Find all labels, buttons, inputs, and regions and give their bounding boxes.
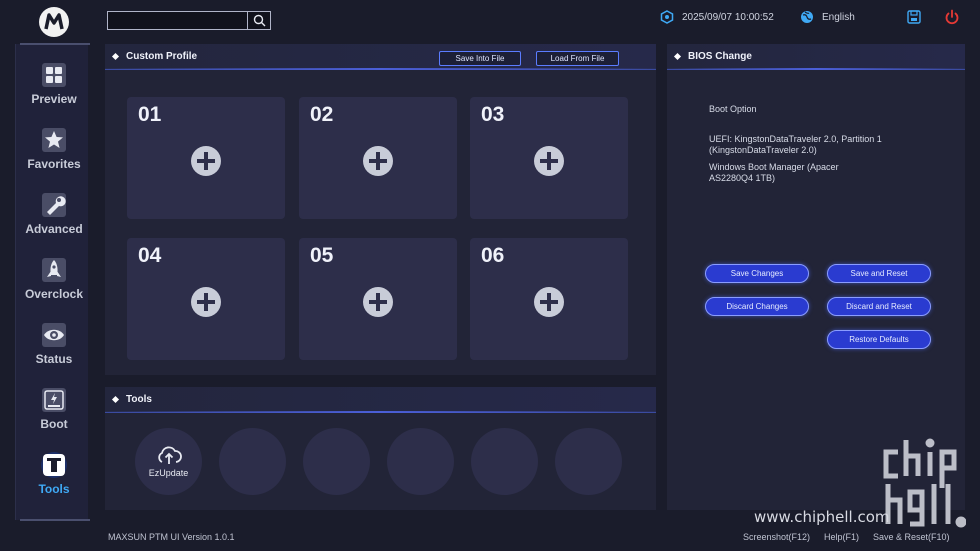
eye-icon xyxy=(40,321,68,349)
cloud-upload-icon xyxy=(157,446,182,464)
slot-number: 05 xyxy=(310,244,334,267)
tools-header: Tools xyxy=(105,387,656,413)
panel-title: Custom Profile xyxy=(126,51,198,62)
slot-number: 04 xyxy=(138,244,162,267)
tool-ezupdate[interactable]: EzUpdate xyxy=(135,428,202,495)
sidebar-item-label: Favorites xyxy=(27,157,81,171)
tool-slot-empty[interactable] xyxy=(555,428,622,495)
sidebar-item-label: Overclock xyxy=(24,287,84,301)
slot-number: 01 xyxy=(138,103,162,126)
language-label: English xyxy=(822,11,855,23)
sidebar-item-overclock[interactable]: Overclock xyxy=(15,256,93,314)
profile-slot-06[interactable]: 06 xyxy=(470,238,628,360)
diamond-icon xyxy=(111,395,120,404)
sidebar-item-label: Boot xyxy=(40,417,68,431)
profile-slot-01[interactable]: 01 xyxy=(127,97,285,219)
search-icon xyxy=(253,14,265,27)
screenshot-link[interactable]: Screenshot(F12) xyxy=(743,532,810,542)
tool-slot-empty[interactable] xyxy=(387,428,454,495)
panel-title: Tools xyxy=(126,394,152,405)
diamond-icon xyxy=(673,52,682,61)
slot-number: 02 xyxy=(310,103,334,126)
version-text: MAXSUN PTM UI Version 1.0.1 xyxy=(108,532,235,542)
diamond-icon xyxy=(111,52,120,61)
tool-slot-empty[interactable] xyxy=(219,428,286,495)
slot-number: 03 xyxy=(481,103,505,126)
grid-icon xyxy=(40,61,68,89)
boot-entry[interactable]: UEFI: KingstonDataTraveler 2.0, Partitio… xyxy=(709,134,899,156)
profile-slot-04[interactable]: 04 xyxy=(127,238,285,360)
sidebar-item-status[interactable]: Status xyxy=(15,321,93,379)
save-changes-button[interactable]: Save Changes xyxy=(705,264,809,283)
datetime-text: 2025/09/07 10:00:52 xyxy=(682,11,774,23)
search-button[interactable] xyxy=(247,11,271,30)
profile-slot-05[interactable]: 05 xyxy=(299,238,457,360)
sidebar-item-label: Tools xyxy=(38,482,70,496)
tool-slot-empty[interactable] xyxy=(303,428,370,495)
sidebar-item-label: Status xyxy=(35,352,73,366)
watermark-url: www.chiphell.com xyxy=(754,508,890,526)
custom-profile-panel: Custom Profile Save Into File Load From … xyxy=(105,44,656,375)
rocket-icon xyxy=(40,256,68,284)
sidebar-item-tools[interactable]: Tools xyxy=(15,451,93,509)
save-into-file-button[interactable]: Save Into File xyxy=(439,51,521,66)
tools-panel: Tools EzUpdate xyxy=(105,387,656,510)
sidebar-item-favorites[interactable]: Favorites xyxy=(15,126,93,184)
add-icon xyxy=(363,146,393,176)
boot-entry[interactable]: Windows Boot Manager (Apacer AS2280Q4 1T… xyxy=(709,162,879,184)
tools-icon xyxy=(40,451,68,479)
maxsun-logo xyxy=(38,6,70,38)
search-input[interactable] xyxy=(107,11,248,30)
add-icon xyxy=(534,146,564,176)
power-icon[interactable] xyxy=(944,9,960,30)
language-selector[interactable]: English xyxy=(800,10,855,24)
add-icon xyxy=(191,287,221,317)
load-from-file-button[interactable]: Load From File xyxy=(536,51,619,66)
save-reset-link[interactable]: Save & Reset(F10) xyxy=(873,532,950,542)
sidebar-item-preview[interactable]: Preview xyxy=(15,61,93,119)
boot-option-label: Boot Option xyxy=(709,104,757,114)
tool-label: EzUpdate xyxy=(148,468,189,478)
help-link[interactable]: Help(F1) xyxy=(824,532,859,542)
sidebar-item-advanced[interactable]: Advanced xyxy=(15,191,93,249)
wrench-icon xyxy=(40,191,68,219)
sidebar-divider-top xyxy=(20,43,90,45)
panel-title: BIOS Change xyxy=(688,51,752,62)
profile-slot-02[interactable]: 02 xyxy=(299,97,457,219)
sidebar-item-label: Advanced xyxy=(25,222,83,236)
profile-slot-03[interactable]: 03 xyxy=(470,97,628,219)
bios-change-header: BIOS Change xyxy=(667,44,965,70)
add-icon xyxy=(363,287,393,317)
discard-changes-button[interactable]: Discard Changes xyxy=(705,297,809,316)
chiphell-logo xyxy=(882,438,967,535)
restore-defaults-button[interactable]: Restore Defaults xyxy=(827,330,931,349)
discard-and-reset-button[interactable]: Discard and Reset xyxy=(827,297,931,316)
add-icon xyxy=(534,287,564,317)
settings-hex-icon xyxy=(660,10,674,24)
save-and-reset-button[interactable]: Save and Reset xyxy=(827,264,931,283)
ssd-icon xyxy=(40,386,68,414)
add-icon xyxy=(191,146,221,176)
globe-icon xyxy=(801,11,813,23)
sidebar-item-boot[interactable]: Boot xyxy=(15,386,93,444)
save-icon[interactable] xyxy=(907,10,921,29)
sidebar-item-label: Preview xyxy=(31,92,77,106)
datetime-display: 2025/09/07 10:00:52 xyxy=(660,10,774,24)
slot-number: 06 xyxy=(481,244,505,267)
tool-slot-empty[interactable] xyxy=(471,428,538,495)
sidebar-divider-bottom xyxy=(20,519,90,521)
star-icon xyxy=(40,126,68,154)
